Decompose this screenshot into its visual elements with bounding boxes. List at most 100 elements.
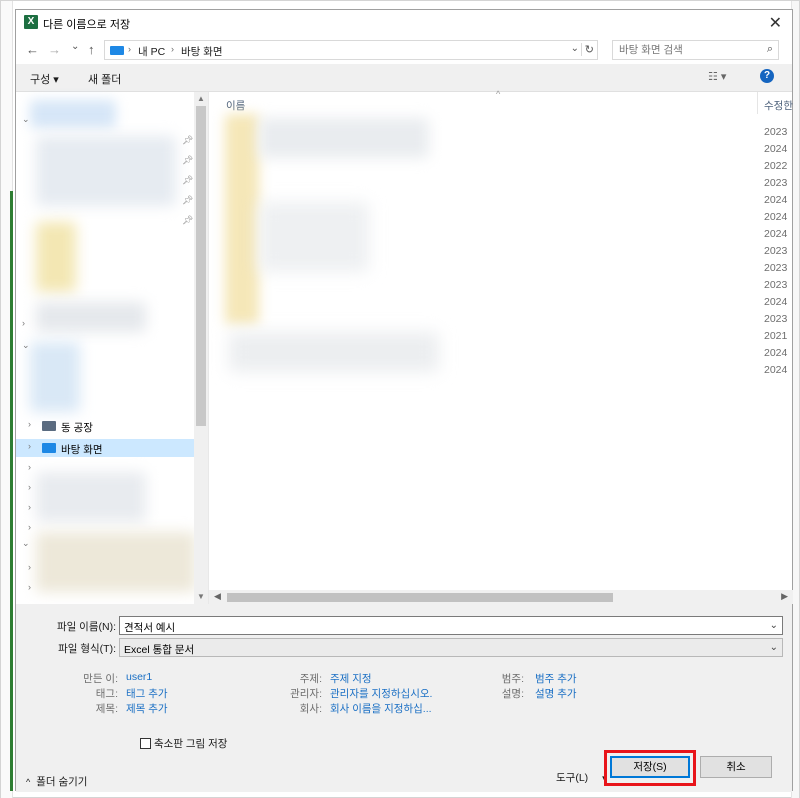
chevron-down-icon[interactable]: ⌄ (22, 538, 30, 549)
chevron-right-icon[interactable]: › (28, 482, 31, 492)
file-modified-date: 2022 (764, 160, 788, 172)
category-value[interactable]: 범주 추가 (535, 671, 577, 686)
chevron-right-icon[interactable]: › (28, 582, 31, 592)
tags-value[interactable]: 태그 추가 (126, 686, 168, 701)
chevron-right-icon[interactable]: › (28, 502, 31, 512)
help-icon[interactable]: ? (760, 69, 774, 83)
title-label: 제목: (95, 703, 118, 715)
author-value[interactable]: user1 (126, 671, 152, 683)
file-modified-date: 2023 (764, 177, 788, 189)
chevron-right-icon[interactable]: › (28, 522, 31, 532)
chevron-down-icon[interactable]: ⌄ (770, 642, 778, 653)
nav-item-partial[interactable]: › 동 공장 (16, 417, 194, 435)
background-window-edge (1, 1, 13, 798)
pin-icon[interactable]: 📌︎ (182, 175, 193, 186)
title-value[interactable]: 제목 추가 (126, 701, 168, 716)
back-arrow-icon[interactable]: ← (26, 42, 39, 57)
file-modified-date: 2021 (764, 330, 788, 342)
comments-label: 설명: (501, 688, 524, 700)
chevron-down-icon[interactable]: ⌄ (571, 43, 579, 54)
chevron-down-icon[interactable]: ⌄ (22, 340, 30, 351)
pin-icon[interactable]: 📌︎ (182, 215, 193, 226)
company-label: 회사: (299, 703, 322, 715)
chevron-right-icon[interactable]: › (28, 419, 31, 429)
breadcrumb-separator: › (128, 44, 131, 54)
file-list-hscrollbar[interactable]: ◀ ▶ (209, 590, 793, 604)
redacted-content (30, 100, 116, 128)
file-modified-date: 2024 (764, 296, 788, 308)
chevron-right-icon[interactable]: › (28, 441, 31, 451)
close-icon[interactable]: ✕ (769, 13, 782, 33)
redacted-files (229, 332, 439, 372)
scroll-down-icon[interactable]: ▼ (197, 592, 205, 601)
screenshot-frame: X 다른 이름으로 저장 ✕ ← → ⌄ ↑ › 내 PC › 바탕 화면 ⌄ … (0, 0, 800, 798)
scroll-right-icon[interactable]: ▶ (781, 591, 788, 602)
file-modified-date: 2024 (764, 143, 788, 155)
redacted-content (36, 532, 196, 592)
scroll-left-icon[interactable]: ◀ (214, 591, 221, 602)
redacted-content (36, 302, 146, 332)
forward-arrow-icon[interactable]: → (48, 42, 61, 57)
filename-value: 견적서 예시 (124, 622, 176, 634)
chevron-right-icon[interactable]: › (28, 562, 31, 572)
redacted-content (36, 222, 76, 292)
cancel-button[interactable]: 취소 (700, 756, 772, 778)
save-as-dialog: X 다른 이름으로 저장 ✕ ← → ⌄ ↑ › 내 PC › 바탕 화면 ⌄ … (15, 9, 793, 792)
search-box: ⌕ (612, 40, 779, 60)
pin-icon[interactable]: 📌︎ (182, 195, 193, 206)
scrollbar-thumb[interactable] (196, 106, 206, 426)
nav-item-desktop[interactable]: › 바탕 화면 (16, 439, 194, 457)
search-icon[interactable]: ⌕ (767, 43, 773, 56)
comments-value[interactable]: 설명 추가 (535, 686, 577, 701)
recent-locations-icon[interactable]: ⌄ (71, 41, 79, 52)
view-options-icon[interactable]: ☷ ▾ (708, 70, 726, 83)
new-folder-button[interactable]: 새 폴더 (88, 71, 121, 87)
redacted-files (259, 202, 369, 272)
highlight-box (604, 750, 696, 786)
file-list: ^ 이름 수정한 날짜 2023 2024 2022 2023 2024 202… (208, 89, 793, 604)
command-toolbar: 구성 ▾ 새 폴더 ☷ ▾ ? (16, 64, 792, 92)
sort-ascending-icon: ^ (496, 89, 501, 99)
hide-folders-button[interactable]: ^ 폴더 숨기기 (26, 774, 87, 789)
excel-icon: X (24, 15, 38, 29)
organize-button[interactable]: 구성 ▾ (30, 71, 59, 87)
redacted-content (36, 136, 176, 206)
chevron-right-icon[interactable]: › (28, 462, 31, 472)
chevron-right-icon[interactable]: › (22, 318, 25, 328)
filename-field[interactable]: 견적서 예시 ⌄ (119, 616, 783, 635)
nav-scrollbar[interactable]: ▲ ▼ (194, 92, 208, 604)
save-thumbnail-label[interactable]: 축소판 그림 저장 (154, 736, 227, 751)
filetype-select[interactable]: Excel 통합 문서 ⌄ (119, 638, 783, 657)
company-value[interactable]: 회사 이름을 지정하십... (330, 701, 432, 716)
filetype-value: Excel 통합 문서 (124, 644, 195, 656)
breadcrumb-this-pc[interactable]: 내 PC (138, 44, 165, 59)
author-label: 만든 이: (83, 673, 118, 685)
subject-value[interactable]: 주제 지정 (330, 671, 372, 686)
category-label: 범주: (501, 673, 524, 685)
file-modified-date: 2023 (764, 313, 788, 325)
file-modified-date: 2023 (764, 245, 788, 257)
nav-item-label: 동 공장 (61, 422, 93, 434)
tools-button[interactable]: 도구(L) ▾ (556, 770, 607, 785)
column-header-modified[interactable]: 수정한 날짜 (764, 98, 793, 113)
desktop-icon (42, 443, 56, 453)
chevron-down-icon[interactable]: ⌄ (22, 114, 30, 125)
save-form: 파일 이름(N): 견적서 예시 ⌄ 파일 형식(T): Excel 통합 문서… (16, 604, 792, 792)
scroll-up-icon[interactable]: ▲ (197, 94, 205, 103)
column-divider[interactable] (757, 92, 758, 114)
pin-icon[interactable]: 📌︎ (182, 155, 193, 166)
folder-icon (42, 421, 56, 431)
search-input[interactable] (613, 41, 753, 59)
manager-value[interactable]: 관리자를 지정하십시오. (330, 686, 432, 701)
save-thumbnail-checkbox[interactable] (140, 738, 151, 749)
filetype-label: 파일 형식(T): (58, 643, 116, 655)
column-header-name[interactable]: 이름 (226, 98, 245, 113)
address-row: ← → ⌄ ↑ › 내 PC › 바탕 화면 ⌄ ↻ ⌕ (16, 36, 792, 64)
pin-icon[interactable]: 📌︎ (182, 135, 193, 146)
scrollbar-thumb[interactable] (227, 593, 613, 602)
breadcrumb-desktop[interactable]: 바탕 화면 (181, 44, 223, 59)
up-arrow-icon[interactable]: ↑ (88, 42, 95, 57)
refresh-icon[interactable]: ↻ (580, 43, 594, 56)
chevron-down-icon[interactable]: ⌄ (770, 620, 778, 631)
address-bar[interactable]: › 내 PC › 바탕 화면 ⌄ ↻ (104, 40, 598, 60)
